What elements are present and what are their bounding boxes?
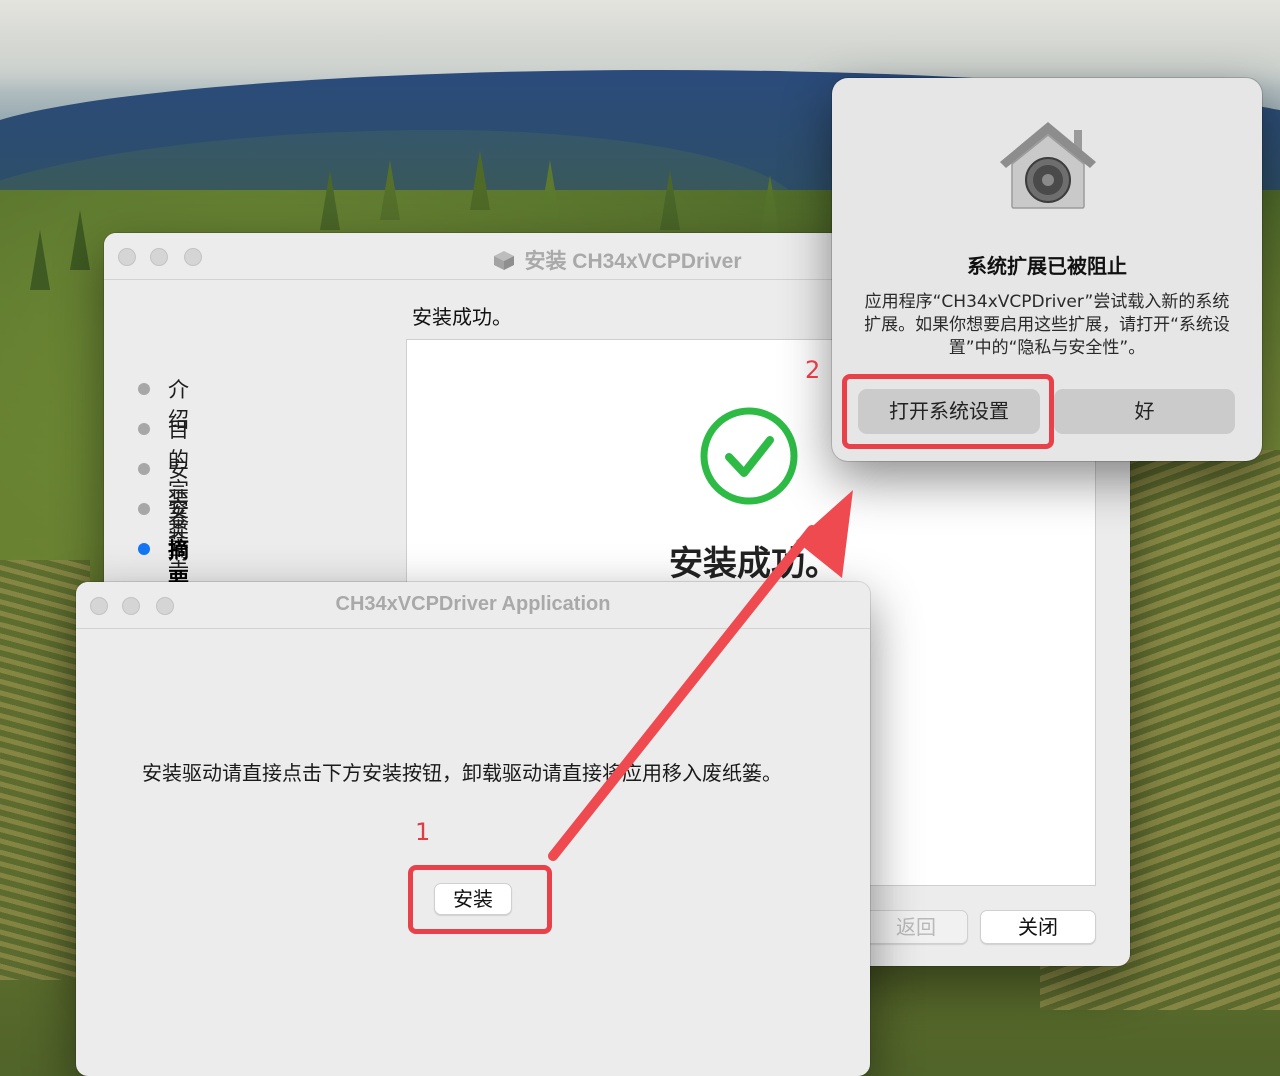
close-button[interactable]: 关闭 <box>980 910 1096 944</box>
app-title: CH34xVCPDriver Application <box>335 593 611 615</box>
step-dot <box>138 423 150 435</box>
annotation-box-2 <box>842 374 1054 449</box>
success-message: 安装成功。 <box>669 544 839 584</box>
installer-title-text: 安装 CH34xVCPDriver <box>524 250 742 273</box>
wallpaper-tree <box>660 170 680 230</box>
step-dot-active <box>138 543 150 555</box>
wallpaper-tree <box>540 160 560 220</box>
step-dot <box>138 503 150 515</box>
security-house-lock-icon <box>1000 122 1096 209</box>
step-dot <box>138 463 150 475</box>
wallpaper-tree <box>470 150 490 210</box>
annotation-box-1 <box>408 865 552 934</box>
app-instructions: 安装驱动请直接点击下方安装按钮，卸载驱动请直接将应用移入废纸篓。 <box>142 761 782 785</box>
installer-heading: 安装成功。 <box>412 305 512 329</box>
ok-button[interactable]: 好 <box>1054 389 1235 434</box>
wallpaper-tree <box>320 170 340 230</box>
wallpaper-tree <box>70 210 90 270</box>
wallpaper-tree <box>380 160 400 220</box>
alert-title: 系统扩展已被阻止 <box>967 254 1127 278</box>
alert-message: 应用程序“CH34xVCPDriver”尝试载入新的系统扩展。如果你想要启用这些… <box>864 292 1230 358</box>
wallpaper-tree <box>760 175 780 235</box>
back-button[interactable]: 返回 <box>864 910 968 944</box>
app-titlebar: CH34xVCPDriver Application <box>76 582 870 629</box>
wallpaper-tree <box>30 230 50 290</box>
step-dot <box>138 383 150 395</box>
package-icon <box>492 249 516 277</box>
annotation-label-1: 1 <box>415 818 431 846</box>
annotation-label-2: 2 <box>805 356 821 384</box>
success-check-icon <box>700 407 798 505</box>
app-window: CH34xVCPDriver Application 安装驱动请直接点击下方安装… <box>76 582 870 1076</box>
